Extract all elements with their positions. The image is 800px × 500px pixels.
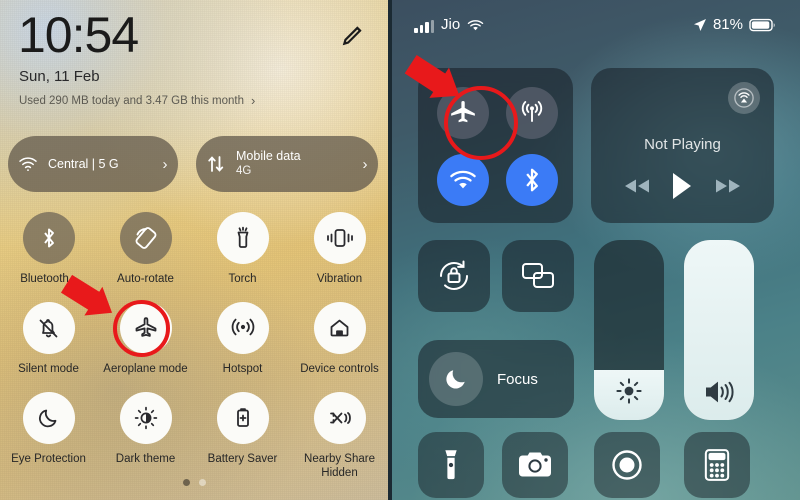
chevron-right-icon: › <box>162 155 168 173</box>
battery-icon <box>749 18 776 32</box>
ios-screen-mirroring-button[interactable] <box>502 240 574 312</box>
android-tile-label: Dark theme <box>115 453 176 465</box>
android-tile-label: Device controls <box>300 363 379 375</box>
volume-slider[interactable] <box>684 240 754 420</box>
ios-screen-record-button[interactable] <box>594 432 660 498</box>
android-tile-label: Silent mode <box>18 363 79 375</box>
ios-media-module: Not Playing <box>591 68 774 223</box>
comparison-screenshot: 10:54 Sun, 11 Feb Used 290 MB today and … <box>0 0 800 500</box>
android-quick-settings-panel: 10:54 Sun, 11 Feb Used 290 MB today and … <box>0 0 388 500</box>
android-tile-label: Torch <box>228 273 257 285</box>
brightness-icon <box>594 376 664 406</box>
chevron-right-icon: › <box>362 155 368 173</box>
android-tile-row: Eye Protection Dark theme Battery Saver … <box>0 390 388 480</box>
android-mobile-data-subtitle: 4G <box>236 165 252 177</box>
android-tile-torch[interactable]: Torch <box>194 210 291 300</box>
android-mobile-data-title: Mobile data <box>236 149 301 163</box>
annotation-highlight-airplane-mode <box>444 86 518 160</box>
ios-control-center: Jio 81% Not Playing Focus <box>392 0 800 500</box>
ios-camera-button[interactable] <box>502 432 568 498</box>
android-tile-label: Vibration <box>316 273 363 285</box>
cellular-bars-icon <box>414 20 434 33</box>
ios-flashlight-button[interactable] <box>418 432 484 498</box>
camera-icon <box>517 450 553 480</box>
ios-carrier-label: Jio <box>441 16 461 33</box>
screen-record-icon <box>610 448 644 482</box>
flashlight-icon <box>436 448 466 482</box>
screen-mirroring-icon <box>502 240 574 312</box>
android-tile-label: Eye Protection <box>11 453 86 465</box>
play-icon[interactable] <box>669 171 695 201</box>
android-data-usage[interactable]: Used 290 MB today and 3.47 GB this month… <box>19 93 255 108</box>
ios-media-status: Not Playing <box>644 136 721 153</box>
android-date: Sun, 11 Feb <box>19 68 100 85</box>
android-tile-device-controls[interactable]: Device controls <box>291 300 388 390</box>
bluetooth-button[interactable] <box>506 154 558 206</box>
wifi-icon <box>8 156 48 172</box>
volume-icon <box>684 378 754 406</box>
pencil-icon[interactable] <box>340 22 366 48</box>
torch-icon <box>216 212 269 264</box>
android-tile-eye-protection[interactable]: Eye Protection <box>0 390 97 480</box>
wifi-button[interactable] <box>437 154 489 206</box>
fast-forward-icon[interactable] <box>713 177 743 195</box>
rotation-lock-icon <box>418 240 490 312</box>
android-tile-hotspot[interactable]: Hotspot <box>194 300 291 390</box>
moon-icon <box>429 352 483 406</box>
android-wifi-label: Central | 5 G <box>48 156 119 171</box>
nearby-share-icon <box>313 392 366 444</box>
page-dot[interactable] <box>198 479 206 486</box>
android-page-indicator <box>0 479 388 486</box>
android-tile-label: Aeroplane mode <box>103 363 188 375</box>
home-icon <box>313 302 366 354</box>
hotspot-icon <box>216 302 269 354</box>
android-tile-grid: Bluetooth › Auto-rotate <box>0 210 388 480</box>
moon-icon <box>22 392 75 444</box>
ios-focus-label: Focus <box>497 370 538 388</box>
brightness-contrast-icon <box>119 392 172 444</box>
airplay-audio-icon[interactable] <box>728 82 760 114</box>
rewind-icon[interactable] <box>622 177 652 195</box>
vibration-icon <box>313 212 366 264</box>
android-wifi-pill[interactable]: Central | 5 G › <box>8 136 178 192</box>
data-transfer-icon <box>196 154 236 174</box>
android-tile-battery-saver[interactable]: Battery Saver <box>194 390 291 480</box>
annotation-highlight-aeroplane-mode <box>113 300 170 357</box>
android-tile-label: Battery Saver <box>207 453 278 465</box>
android-tile-row: Bluetooth › Auto-rotate <box>0 210 388 300</box>
ios-battery-percent: 81% <box>712 16 743 33</box>
android-tile-dark-theme[interactable]: Dark theme <box>97 390 194 480</box>
android-tile-sublabel: Hidden <box>321 467 358 479</box>
ios-calculator-button[interactable] <box>684 432 750 498</box>
android-clock: 10:54 <box>18 7 139 63</box>
android-tile-label: Hotspot <box>222 363 263 375</box>
ios-status-bar: Jio 81% <box>392 16 800 36</box>
android-data-usage-text: Used 290 MB today and 3.47 GB this month <box>19 94 245 107</box>
bluetooth-icon <box>22 212 75 264</box>
ios-rotation-lock-button[interactable] <box>418 240 490 312</box>
battery-plus-icon <box>216 392 269 444</box>
wifi-icon <box>467 19 484 33</box>
auto-rotate-icon <box>119 212 172 264</box>
android-tile-nearby-share[interactable]: Nearby Share Hidden <box>291 390 388 480</box>
android-mobile-data-pill[interactable]: Mobile data 4G › <box>196 136 378 192</box>
ios-media-transport <box>591 171 774 201</box>
android-tile-row: Silent mode Aeroplane mode Hotspot Devic… <box>0 300 388 390</box>
calculator-icon <box>702 448 732 482</box>
ios-focus-tile[interactable]: Focus <box>418 340 574 418</box>
brightness-slider[interactable] <box>594 240 664 420</box>
chevron-right-icon: › <box>251 93 256 108</box>
android-tile-vibration[interactable]: Vibration <box>291 210 388 300</box>
page-dot-active[interactable] <box>182 479 190 486</box>
android-tile-label: Nearby Share <box>304 453 375 465</box>
location-arrow-icon <box>693 18 707 32</box>
